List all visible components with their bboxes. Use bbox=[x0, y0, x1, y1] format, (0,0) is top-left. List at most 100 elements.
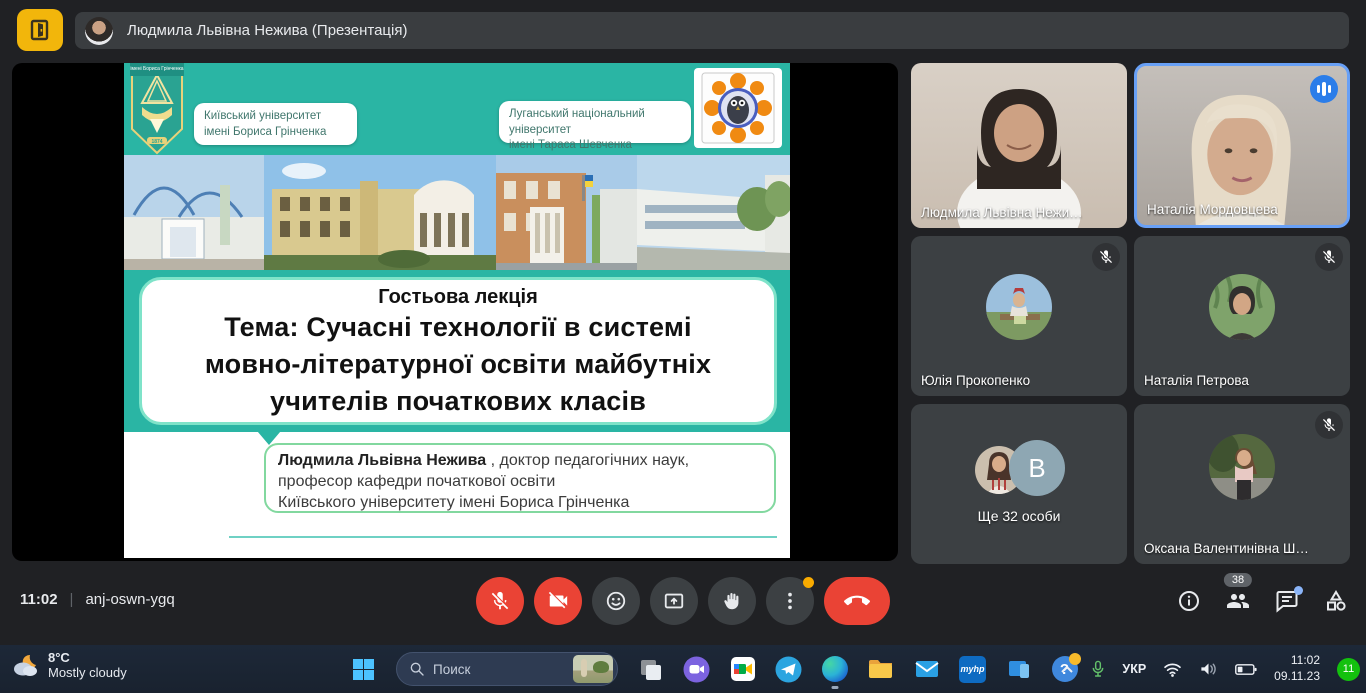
info-icon bbox=[1177, 589, 1201, 613]
meet-control-bar: 11:02 | anj-oswn-ygq bbox=[0, 565, 1366, 645]
chat-notification-dot bbox=[1294, 586, 1303, 595]
duo-app-button[interactable] bbox=[683, 656, 710, 683]
activities-icon bbox=[1324, 589, 1348, 613]
search-placeholder: Поиск bbox=[433, 662, 470, 677]
active-presenter-pill[interactable]: Людмила Львівна Нежива (Презентація) bbox=[75, 12, 1349, 49]
running-indicator bbox=[831, 686, 838, 689]
raise-hand-button[interactable] bbox=[708, 577, 756, 625]
campus-photos-strip bbox=[124, 155, 790, 270]
wifi-icon[interactable] bbox=[1163, 662, 1182, 677]
avatar bbox=[1209, 434, 1275, 500]
presenter-avatar bbox=[85, 17, 113, 45]
presenter-line2: професор кафедри початкової освіти bbox=[278, 472, 762, 493]
mic-off-icon bbox=[489, 590, 511, 612]
notification-count-badge[interactable]: 11 bbox=[1337, 658, 1360, 681]
task-view-button[interactable] bbox=[637, 656, 664, 683]
screenshare-region[interactable]: Київський університет імені Бориса Грінч… bbox=[12, 63, 898, 561]
meet-icon bbox=[730, 656, 756, 682]
more-options-button[interactable] bbox=[766, 577, 814, 625]
slide-title-band: Гостьова лекція Тема: Сучасні технології… bbox=[124, 270, 790, 432]
presenter-label: Людмила Львівна Нежива (Презентація) bbox=[127, 22, 407, 39]
myhp-app-button[interactable]: myhp bbox=[959, 656, 986, 683]
top-bar: Людмила Львівна Нежива (Презентація) bbox=[0, 0, 1366, 60]
info-button[interactable] bbox=[1177, 589, 1201, 613]
lecture-title-box: Гостьова лекція Тема: Сучасні технології… bbox=[139, 277, 777, 425]
mic-off-icon bbox=[1315, 243, 1343, 271]
presenter-role: , доктор педагогічних наук, bbox=[486, 452, 689, 469]
telegram-icon bbox=[775, 656, 802, 683]
participant-tile[interactable]: Людмила Львівна Нежи… bbox=[911, 63, 1127, 228]
participant-name: Людмила Львівна Нежи… bbox=[921, 205, 1083, 220]
tray-mic-icon[interactable] bbox=[1091, 660, 1105, 678]
tray-time: 11:02 bbox=[1274, 653, 1320, 669]
phone-link-icon bbox=[1006, 656, 1032, 682]
camera-off-button[interactable] bbox=[534, 577, 582, 625]
end-call-icon bbox=[844, 588, 870, 614]
edge-icon bbox=[822, 656, 848, 682]
phone-link-button[interactable] bbox=[1005, 656, 1032, 683]
participant-name: Наталія Мордовцева bbox=[1147, 202, 1278, 217]
present-icon bbox=[663, 590, 685, 612]
meeting-clock: 11:02 bbox=[20, 591, 58, 608]
meeting-code: anj-oswn-ygq bbox=[85, 591, 174, 608]
activities-button[interactable] bbox=[1324, 589, 1348, 613]
participant-count-badge: 38 bbox=[1224, 573, 1252, 587]
down-arrow-shape bbox=[252, 425, 286, 445]
telegram-app-button[interactable] bbox=[775, 656, 802, 683]
lecture-title-line3: учителів початкових класів bbox=[142, 383, 774, 420]
participant-name: Юлія Прокопенко bbox=[921, 373, 1030, 388]
participant-name: Оксана Валентинівна Ш… bbox=[1144, 541, 1309, 556]
meet-app-button[interactable] bbox=[729, 656, 756, 683]
taskbar-search[interactable]: Поиск bbox=[396, 652, 618, 686]
duo-icon bbox=[683, 656, 710, 683]
slide-header-band: Київський університет імені Бориса Грінч… bbox=[124, 63, 790, 155]
end-call-button[interactable] bbox=[824, 577, 890, 625]
emoji-button[interactable] bbox=[592, 577, 640, 625]
lecture-title-line1: Тема: Сучасні технології в системі bbox=[142, 309, 774, 346]
weather-temp: 8°C bbox=[48, 650, 127, 665]
battery-icon[interactable] bbox=[1235, 663, 1257, 676]
tray-date: 09.11.23 bbox=[1274, 669, 1320, 685]
emoji-icon bbox=[605, 590, 627, 612]
participant-tile[interactable]: Оксана Валентинівна Ш… bbox=[1134, 404, 1350, 564]
start-button[interactable] bbox=[350, 656, 377, 683]
speaking-indicator-icon bbox=[1310, 75, 1338, 103]
participant-tile[interactable]: Юлія Прокопенко bbox=[911, 236, 1127, 396]
overflow-count-label: Ще 32 особи bbox=[911, 508, 1127, 524]
door-icon bbox=[28, 18, 52, 42]
participant-tile-speaking[interactable]: Наталія Мордовцева bbox=[1134, 63, 1350, 228]
weather-widget[interactable]: 8°C Mostly cloudy bbox=[10, 650, 127, 680]
language-indicator[interactable]: УКР bbox=[1122, 662, 1146, 676]
camera-off-icon bbox=[547, 590, 569, 612]
participant-tile[interactable]: Наталія Петрова bbox=[1134, 236, 1350, 396]
people-button[interactable]: 38 bbox=[1226, 589, 1250, 613]
participant-video bbox=[911, 63, 1127, 228]
mic-off-icon bbox=[1092, 243, 1120, 271]
luhansk-university-logo bbox=[694, 68, 782, 148]
raise-hand-icon bbox=[721, 590, 743, 612]
app-button[interactable] bbox=[17, 9, 63, 51]
mail-app-button[interactable] bbox=[913, 656, 940, 683]
more-options-icon bbox=[779, 590, 801, 612]
mail-icon bbox=[914, 656, 940, 682]
chat-button[interactable] bbox=[1275, 589, 1299, 613]
presenter-name: Людмила Львівна Нежива bbox=[278, 452, 486, 469]
file-explorer-button[interactable] bbox=[867, 656, 894, 683]
campus-photo-3 bbox=[496, 155, 637, 270]
bing-daily-image bbox=[573, 655, 613, 683]
divider: | bbox=[70, 591, 74, 608]
lecture-type-label: Гостьова лекція bbox=[142, 286, 774, 309]
tray-chevron-icon[interactable] bbox=[1060, 664, 1074, 674]
present-button[interactable] bbox=[650, 577, 698, 625]
meeting-info: 11:02 | anj-oswn-ygq bbox=[20, 591, 175, 608]
speaker-icon[interactable] bbox=[1199, 661, 1218, 677]
windows-icon bbox=[352, 658, 375, 681]
notification-dot bbox=[803, 577, 814, 588]
tray-clock[interactable]: 11:02 09.11.23 bbox=[1274, 653, 1320, 684]
logo-ribbon-text: імені Бориса Грінченка bbox=[130, 63, 184, 76]
overflow-participants-tile[interactable]: B Ще 32 особи bbox=[911, 404, 1127, 564]
avatar bbox=[986, 274, 1052, 340]
slide-divider bbox=[229, 536, 777, 538]
edge-browser-button[interactable] bbox=[821, 656, 848, 683]
mic-off-button[interactable] bbox=[476, 577, 524, 625]
